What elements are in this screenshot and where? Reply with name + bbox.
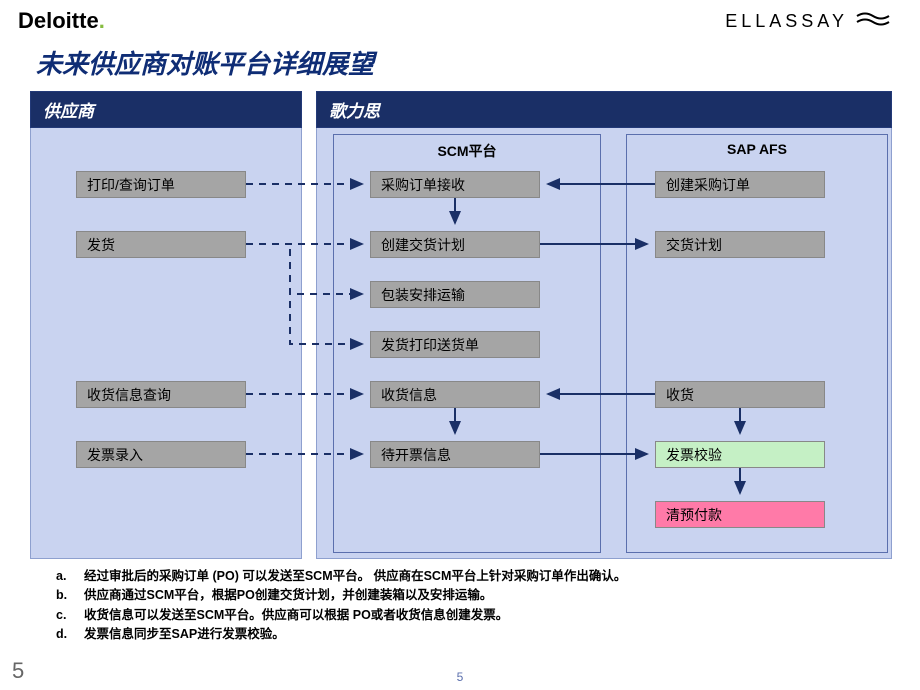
box-delivery-plan: 交货计划 [655, 231, 825, 258]
page-number-left: 5 [12, 658, 24, 684]
supplier-column-header: 供应商 [30, 91, 302, 128]
box-invoice-verify: 发票校验 [655, 441, 825, 468]
page-number-center: 5 [457, 670, 464, 684]
scm-title: SCM平台 [333, 141, 601, 161]
notes: a.经过审批后的采购订单 (PO) 可以发送至SCM平台。 供应商在SCM平台上… [56, 567, 890, 645]
box-ship-print-delivery: 发货打印送货单 [370, 331, 540, 358]
box-clear-prepayment: 清预付款 [655, 501, 825, 528]
box-receipt: 收货 [655, 381, 825, 408]
box-print-query-order: 打印/查询订单 [76, 171, 246, 198]
diagram: 供应商 歌力思 SCM平台 SAP AFS 打印/查询订单 发货 收货信息查询 … [30, 91, 890, 561]
box-po-receive: 采购订单接收 [370, 171, 540, 198]
box-create-po: 创建采购订单 [655, 171, 825, 198]
box-receipt-info: 收货信息 [370, 381, 540, 408]
gelisi-column-header: 歌力思 [316, 91, 892, 128]
deloitte-logo: Deloitte. [18, 8, 105, 34]
box-invoice-entry: 发票录入 [76, 441, 246, 468]
sap-title: SAP AFS [626, 141, 888, 157]
page-title: 未来供应商对账平台详细展望 [0, 38, 920, 91]
box-packing-transport: 包装安排运输 [370, 281, 540, 308]
box-receipt-query: 收货信息查询 [76, 381, 246, 408]
wave-icon [856, 10, 890, 33]
ellassay-logo: ELLASSAY [725, 10, 890, 33]
box-pending-invoice: 待开票信息 [370, 441, 540, 468]
box-create-delivery-plan: 创建交货计划 [370, 231, 540, 258]
box-ship: 发货 [76, 231, 246, 258]
